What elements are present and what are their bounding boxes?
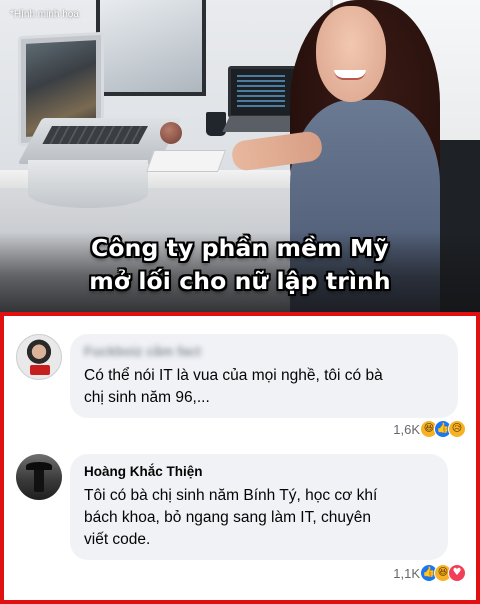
comment-bubble: Hoàng Khắc Thiện Tôi có bà chị sinh năm …	[70, 454, 448, 560]
article-photo: *Hình minh họa Công ty phần mềm Mỹ mở lố…	[0, 0, 480, 312]
comment-bubble: Fuckboiz cầm fact Có thể nói IT là vua c…	[70, 334, 458, 418]
reaction-summary[interactable]: 1,6K 😆 👍 😥	[393, 420, 466, 438]
comment-text-line: bách khoa, bỏ ngang sang làm IT, chuyên	[84, 509, 371, 526]
background-monitor	[96, 0, 206, 96]
avatar[interactable]	[16, 334, 62, 380]
woman-smile	[334, 70, 366, 80]
comment-text-line: Có thể nói IT là vua của mọi nghề, tôi c…	[84, 367, 383, 384]
comment-text-line: chị sinh năm 96,...	[84, 389, 210, 406]
desk-keyboard	[145, 150, 227, 172]
headline-line-2: mở lối cho nữ lập trình	[89, 267, 391, 295]
comment-author[interactable]: Hoàng Khắc Thiện	[84, 464, 434, 480]
coffee-mug	[206, 112, 226, 136]
reaction-summary[interactable]: 1,1K 👍 😆 ♥	[393, 564, 466, 582]
desk-ball	[160, 122, 182, 144]
photo-watermark: *Hình minh họa	[10, 9, 79, 20]
comment-text-line: Tôi có bà chị sinh năm Bính Tý, học cơ k…	[84, 487, 378, 504]
love-icon: ♥	[448, 564, 466, 582]
comment-text-line: viết code.	[84, 531, 151, 548]
avatar[interactable]	[16, 454, 62, 500]
reaction-count: 1,1K	[393, 565, 420, 581]
sad-icon: 😥	[448, 420, 466, 438]
laptop-stand	[28, 160, 148, 208]
woman-face	[316, 6, 386, 102]
comments-panel: Fuckboiz cầm fact Có thể nói IT là vua c…	[0, 312, 480, 604]
comment-author[interactable]: Fuckboiz cầm fact	[84, 344, 444, 360]
reaction-count: 1,6K	[393, 421, 420, 437]
headline-line-1: Công ty phần mềm Mỹ	[91, 234, 389, 262]
